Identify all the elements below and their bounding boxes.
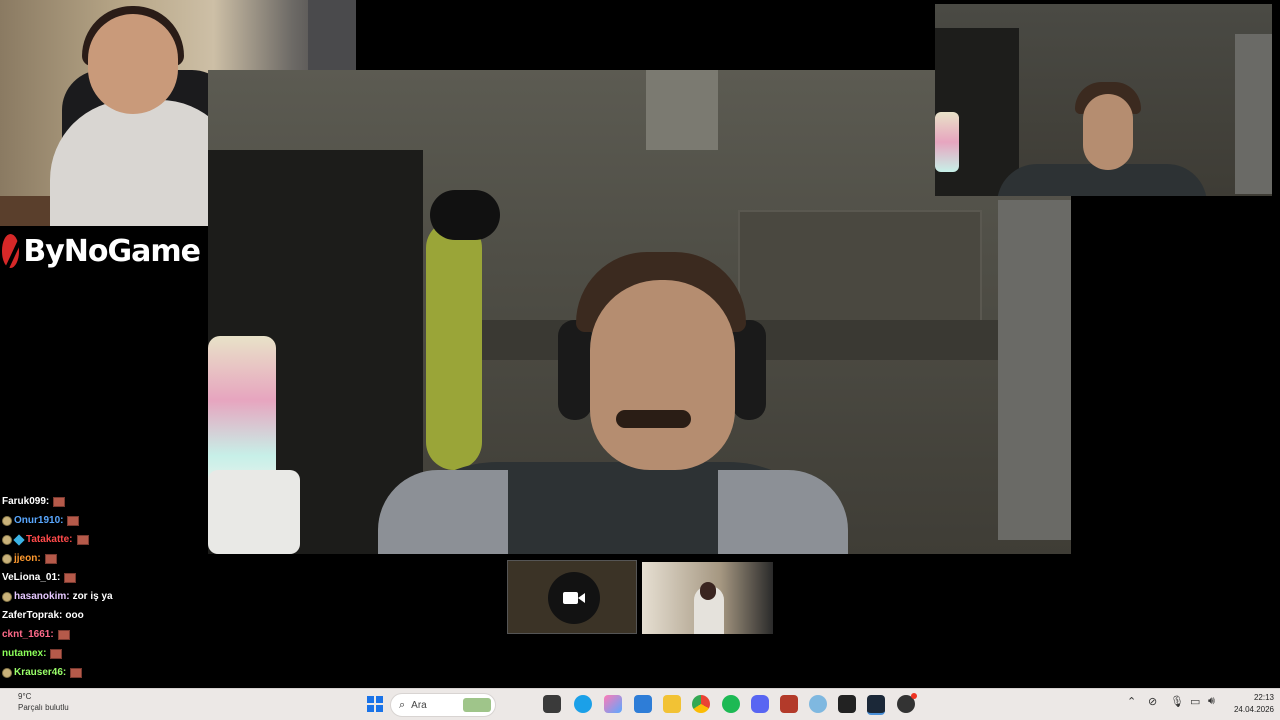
chat-message: Tatakatte:	[2, 530, 207, 549]
chat-badge-icon	[2, 515, 12, 526]
spotify-icon[interactable]	[722, 695, 740, 713]
participant-tile-camera-off[interactable]	[507, 560, 637, 634]
clock-date: 24.04.2026	[1233, 705, 1274, 714]
chat-message: Faruk099:	[2, 492, 207, 511]
chat-message: Krauser46:	[2, 663, 207, 682]
chat-emote-icon	[57, 629, 70, 640]
weather-desc: Parçalı bulutlu	[18, 703, 69, 712]
chat-emote-icon	[70, 667, 83, 678]
chat-message: ZaferToprak: ooo	[2, 606, 207, 625]
microphone-icon[interactable]: 🎙︎	[1170, 695, 1184, 708]
logo-text: ByNoGame	[23, 233, 201, 269]
chat-message: nutamex:	[2, 644, 207, 663]
chat-emote-icon	[76, 534, 89, 545]
chat-emote-icon	[50, 648, 63, 659]
chat-username: jjeon:	[14, 553, 41, 564]
chat-badge-icon	[2, 667, 12, 678]
chrome-icon[interactable]	[692, 695, 710, 713]
clock-time: 22:13	[1253, 693, 1274, 702]
chat-badge-icon	[13, 533, 25, 546]
self-preview-video	[935, 4, 1272, 196]
display-icon[interactable]: ▭	[1190, 695, 1200, 708]
search-placeholder: Ara	[411, 699, 427, 711]
weather-widget[interactable]: 9°C Parçalı bulutlu	[4, 691, 69, 713]
steam-icon[interactable]	[867, 695, 885, 715]
search-box[interactable]: ⌕ Ara	[390, 693, 496, 717]
copilot-icon[interactable]	[604, 695, 622, 713]
network-off-icon[interactable]: ⊘	[1148, 695, 1157, 708]
chat-message: Onur1910:	[2, 511, 207, 530]
chat-username: ZaferToprak:	[2, 610, 63, 621]
chevron-up-icon[interactable]: ⌃	[1127, 695, 1136, 708]
search-highlight-icon	[463, 698, 491, 712]
chat-username: hasanokim:	[14, 591, 70, 602]
chat-emote-icon	[44, 553, 57, 564]
task-view-icon[interactable]	[543, 695, 561, 713]
chat-emote-icon	[64, 572, 77, 583]
chat-badge-icon	[2, 591, 12, 602]
chat-message: cknt_1661:	[2, 625, 207, 644]
chat-message: hasanokim: zor iş ya	[2, 587, 207, 606]
app-icon[interactable]	[780, 695, 798, 713]
app-red-icon[interactable]	[897, 693, 917, 713]
chat-username: cknt_1661:	[2, 629, 54, 640]
chat-username: nutamex:	[2, 648, 47, 659]
discord-icon[interactable]	[751, 695, 769, 713]
folder-icon[interactable]	[663, 695, 681, 713]
chat-username: Krauser46:	[14, 667, 67, 678]
chat-username: VeLiona_01:	[2, 572, 61, 583]
chat-username: Tatakatte:	[26, 534, 73, 545]
epic-games-icon[interactable]	[838, 695, 856, 713]
chat-badge-icon	[2, 534, 12, 545]
system-clock[interactable]: 22:13 24.04.2026	[1226, 692, 1274, 716]
chat-emote-icon	[67, 515, 80, 526]
chat-overlay: Faruk099: Onur1910: Tatakatte: jjeon: VeLion…	[2, 492, 207, 682]
windows-start-icon[interactable]	[366, 695, 384, 713]
windows-taskbar: 9°C Parçalı bulutlu ⌕ Ara ⌃ ⊘ 🎙︎ ▭ 🔊︎ 22…	[0, 688, 1280, 720]
store-icon[interactable]	[634, 695, 652, 713]
chat-emote-icon	[53, 496, 66, 507]
chat-username: Faruk099:	[2, 496, 50, 507]
chat-message: VeLiona_01:	[2, 568, 207, 587]
bynogame-logo: ByNoGame	[0, 228, 201, 274]
video-camera-icon	[548, 572, 600, 624]
edge-icon[interactable]	[574, 695, 592, 713]
bynogame-logo-icon	[2, 234, 20, 268]
participant-tile-video[interactable]	[642, 562, 773, 634]
chat-badge-icon	[2, 553, 12, 564]
settings-icon[interactable]	[809, 695, 827, 713]
chat-message: jjeon:	[2, 549, 207, 568]
chat-username: Onur1910:	[14, 515, 64, 526]
weather-temp: 9°C	[18, 692, 32, 701]
search-icon: ⌕	[399, 698, 406, 711]
chat-text: ooo	[65, 610, 84, 621]
volume-icon[interactable]: 🔊︎	[1208, 695, 1215, 708]
chat-text: zor iş ya	[72, 591, 113, 602]
